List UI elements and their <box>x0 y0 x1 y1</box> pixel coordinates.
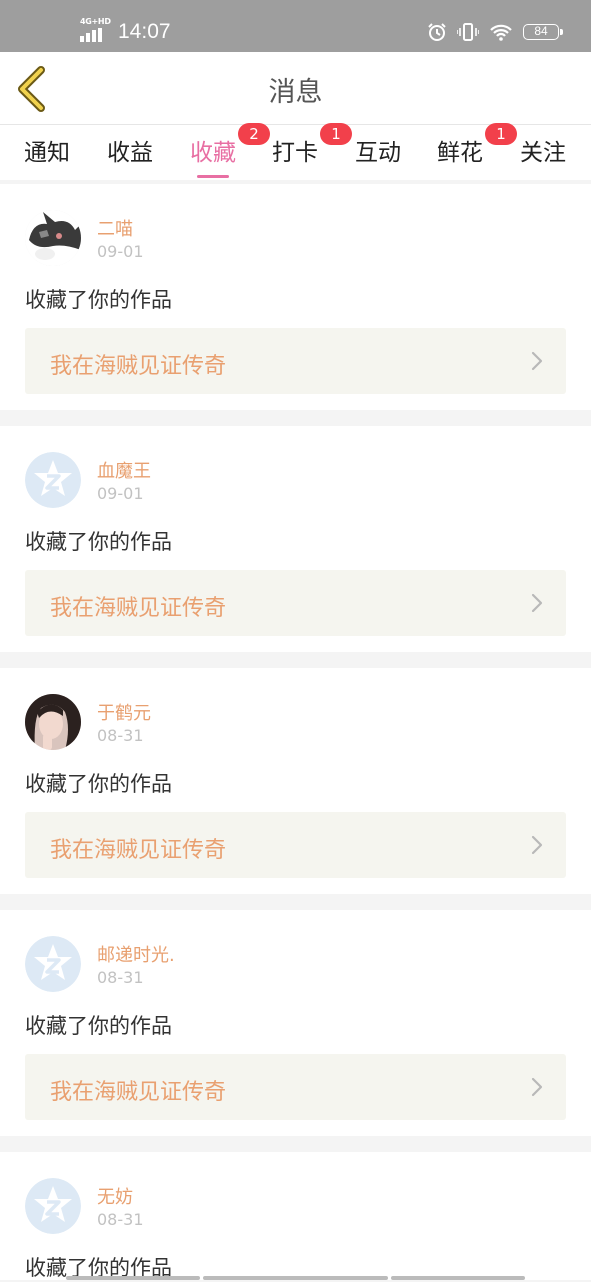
cat-avatar-icon <box>25 210 81 266</box>
tab-label: 通知 <box>24 140 70 166</box>
message-date: 09-01 <box>97 242 144 261</box>
message-text: 收藏了你的作品 <box>25 772 172 796</box>
user-avatar[interactable] <box>25 1178 81 1234</box>
unread-badge: 1 <box>320 123 352 145</box>
work-link[interactable]: 我在海贼见证传奇 <box>25 812 566 878</box>
message-card: 于鹤元 08-31 收藏了你的作品 我在海贼见证传奇 <box>0 668 591 894</box>
message-text: 收藏了你的作品 <box>25 530 172 554</box>
app-header: 消息 <box>0 52 591 124</box>
nav-gesture-bar[interactable] <box>203 1276 388 1280</box>
tab-label: 收藏 <box>190 140 236 166</box>
default-avatar-icon <box>25 1178 81 1234</box>
status-bar: 4G+HD 14:07 84 <box>0 0 591 52</box>
tab-label: 互动 <box>355 140 401 166</box>
user-name[interactable]: 二喵 <box>97 215 133 241</box>
user-avatar[interactable] <box>25 452 81 508</box>
tab-notice[interactable]: 通知 <box>24 133 70 167</box>
user-name[interactable]: 于鹤元 <box>97 699 151 725</box>
nav-gesture-bar[interactable] <box>66 1276 200 1280</box>
tab-label: 鲜花 <box>437 140 483 166</box>
message-card: 血魔王 09-01 收藏了你的作品 我在海贼见证传奇 <box>0 426 591 652</box>
page-title: 消息 <box>268 77 323 108</box>
unread-badge: 2 <box>238 123 270 145</box>
wifi-icon <box>490 24 512 41</box>
message-date: 09-01 <box>97 484 144 503</box>
tab-label: 打卡 <box>272 140 318 166</box>
user-name[interactable]: 邮递时光. <box>97 941 175 967</box>
battery-icon: 84 <box>523 24 563 40</box>
tab-label: 收益 <box>107 140 153 166</box>
default-avatar-icon <box>25 936 81 992</box>
chevron-right-icon <box>531 1077 543 1097</box>
tab-checkin[interactable]: 打卡 1 <box>272 123 352 167</box>
chevron-right-icon <box>531 351 543 371</box>
alarm-icon <box>428 23 446 41</box>
vibrate-icon <box>457 23 479 41</box>
unread-badge: 1 <box>485 123 517 145</box>
work-link[interactable]: 我在海贼见证传奇 <box>25 1054 566 1120</box>
signal-icon: 4G+HD <box>80 17 111 42</box>
network-type: 4G+HD <box>80 17 111 26</box>
tab-follow[interactable]: 关注 <box>520 133 566 167</box>
photo-avatar-icon <box>25 694 81 750</box>
user-avatar[interactable] <box>25 936 81 992</box>
tab-interaction[interactable]: 互动 <box>355 133 401 167</box>
active-tab-indicator <box>197 175 229 178</box>
message-date: 08-31 <box>97 1210 144 1229</box>
work-link[interactable]: 我在海贼见证传奇 <box>25 570 566 636</box>
user-avatar[interactable] <box>25 210 81 266</box>
message-text: 收藏了你的作品 <box>25 1014 172 1038</box>
message-date: 08-31 <box>97 726 144 745</box>
work-title: 我在海贼见证传奇 <box>50 838 227 863</box>
work-title: 我在海贼见证传奇 <box>50 1080 227 1105</box>
default-avatar-icon <box>25 452 81 508</box>
tab-label: 关注 <box>520 140 566 166</box>
tab-earnings[interactable]: 收益 <box>107 133 153 167</box>
nav-gesture-bar[interactable] <box>391 1276 525 1280</box>
work-title: 我在海贼见证传奇 <box>50 596 227 621</box>
user-name[interactable]: 无妨 <box>97 1183 133 1209</box>
chevron-right-icon <box>531 835 543 855</box>
user-name[interactable]: 血魔王 <box>97 457 151 483</box>
message-card: 无妨 08-31 收藏了你的作品 <box>0 1152 591 1280</box>
battery-level: 84 <box>534 24 548 38</box>
message-card: 邮递时光. 08-31 收藏了你的作品 我在海贼见证传奇 <box>0 910 591 1136</box>
message-date: 08-31 <box>97 968 144 987</box>
tab-favorites[interactable]: 收藏 2 <box>190 123 270 178</box>
work-title: 我在海贼见证传奇 <box>50 354 227 379</box>
tab-bar: 通知 收益 收藏 2 打卡 1 互动 鲜花 1 关注 <box>0 123 591 180</box>
tab-flowers[interactable]: 鲜花 1 <box>437 123 517 167</box>
message-text: 收藏了你的作品 <box>25 288 172 312</box>
user-avatar[interactable] <box>25 694 81 750</box>
chevron-right-icon <box>531 593 543 613</box>
message-card: 二喵 09-01 收藏了你的作品 我在海贼见证传奇 <box>0 184 591 410</box>
clock: 14:07 <box>118 20 171 43</box>
work-link[interactable]: 我在海贼见证传奇 <box>25 328 566 394</box>
